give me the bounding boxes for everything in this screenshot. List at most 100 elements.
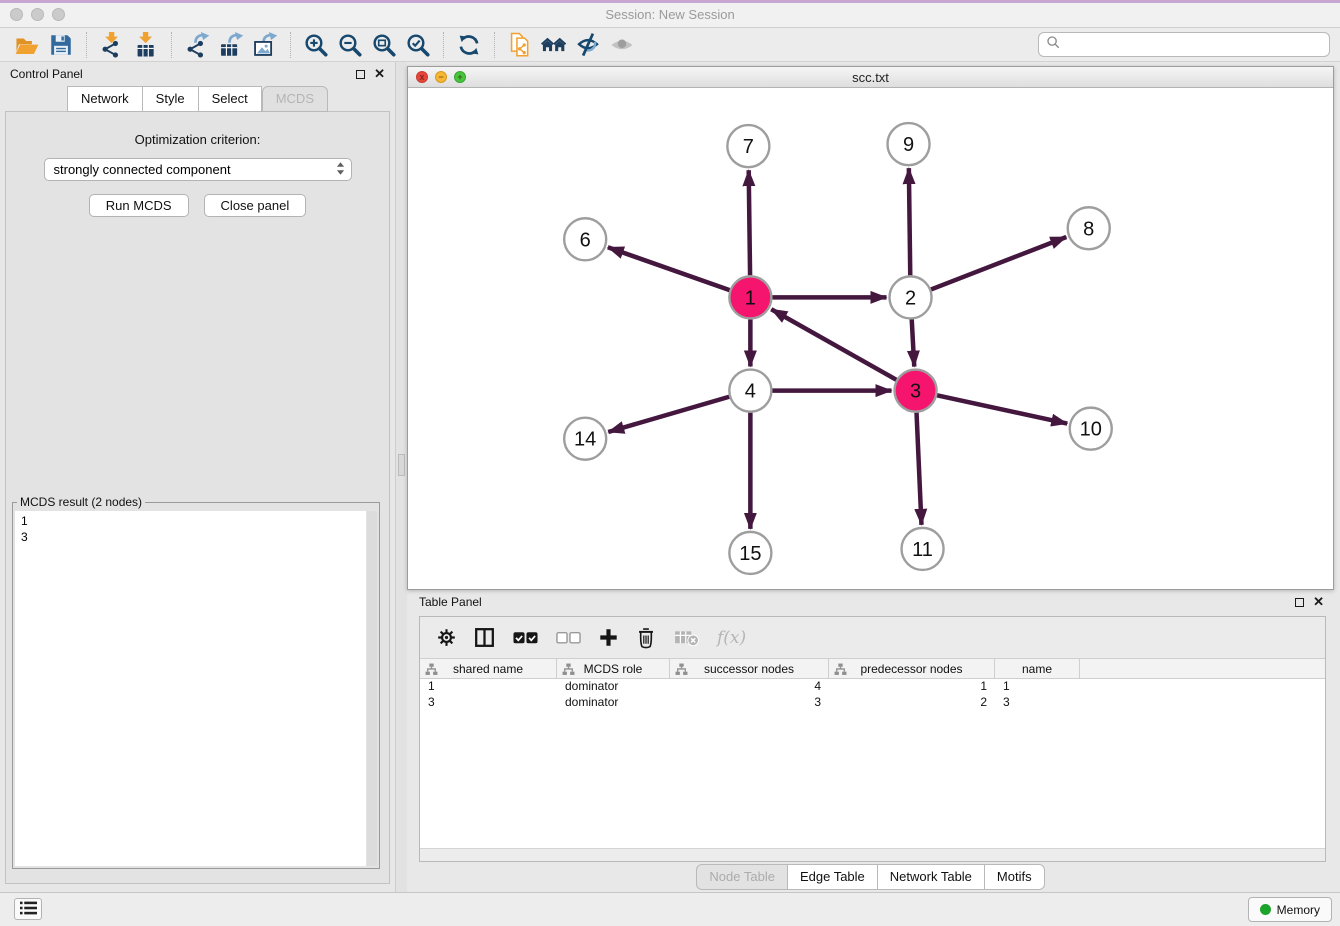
network-canvas[interactable]: 7 9 6 8 1 2 4 3 14 10 15 11	[408, 88, 1333, 589]
table-cell[interactable]: 1	[420, 679, 557, 695]
apply-layout-icon[interactable]	[452, 30, 486, 60]
control-panel-title: Control Panel	[10, 67, 83, 81]
mcds-result-textarea[interactable]: 1 3	[15, 511, 377, 866]
zoom-fit-icon[interactable]	[367, 30, 401, 60]
export-table-icon[interactable]	[214, 30, 248, 60]
zoom-selected-icon[interactable]	[401, 30, 435, 60]
memory-status-icon	[1260, 904, 1271, 915]
export-image-icon[interactable]	[248, 30, 282, 60]
network-window-titlebar[interactable]: x − + scc.txt	[408, 67, 1333, 88]
column-header-predecessor-nodes[interactable]: predecessor nodes	[829, 659, 995, 678]
export-network-icon[interactable]	[180, 30, 214, 60]
table-cell[interactable]: 3	[995, 695, 1080, 711]
column-header-shared-name[interactable]: shared name	[420, 659, 557, 678]
tab-select[interactable]: Select	[199, 86, 262, 112]
create-column-icon[interactable]	[599, 628, 618, 647]
tab-mcds[interactable]: MCDS	[262, 86, 328, 112]
table-body: 1dominator4113dominator323	[420, 679, 1325, 711]
edge-4-14[interactable]	[608, 397, 729, 432]
session-title: Session: New Session	[0, 3, 1340, 26]
graph-node-9[interactable]: 9	[888, 123, 930, 165]
edge-3-10[interactable]	[937, 395, 1067, 423]
table-cell[interactable]: 1	[995, 679, 1080, 695]
delete-column-icon[interactable]	[636, 627, 656, 649]
graph-node-7[interactable]: 7	[727, 125, 769, 167]
tab-style[interactable]: Style	[143, 86, 199, 112]
panel-splitter[interactable]	[395, 62, 407, 892]
window-maximize-button[interactable]	[52, 8, 65, 21]
home-view-icon[interactable]	[537, 30, 571, 60]
edge-1-6[interactable]	[608, 247, 730, 290]
table-cell[interactable]: dominator	[557, 679, 670, 695]
graph-node-15[interactable]: 15	[729, 532, 771, 574]
graph-node-8[interactable]: 8	[1068, 207, 1110, 249]
graph-node-2[interactable]: 2	[890, 276, 932, 318]
birdseye-view-icon	[605, 30, 639, 60]
zoom-out-icon[interactable]	[333, 30, 367, 60]
unselect-all-columns-icon[interactable]	[556, 631, 581, 645]
close-panel-button[interactable]: Close panel	[204, 194, 307, 217]
zoom-in-icon[interactable]	[299, 30, 333, 60]
memory-button[interactable]: Memory	[1248, 897, 1332, 922]
run-mcds-button[interactable]: Run MCDS	[89, 194, 189, 217]
open-file-icon[interactable]	[10, 30, 44, 60]
status-bar: Memory	[0, 892, 1340, 926]
column-header-successor-nodes[interactable]: successor nodes	[670, 659, 829, 678]
graph-node-3[interactable]: 3	[895, 370, 937, 412]
graph-node-4[interactable]: 4	[729, 370, 771, 412]
table-hscrollbar[interactable]	[420, 848, 1325, 861]
toolbar-separator	[171, 32, 172, 58]
table-cell[interactable]: 4	[670, 679, 829, 695]
tab-node-table[interactable]: Node Table	[696, 864, 788, 890]
table-row[interactable]: 1dominator411	[420, 679, 1325, 695]
graph-node-14[interactable]: 14	[564, 418, 606, 460]
optimization-select[interactable]: strongly connected component	[44, 158, 352, 181]
control-panel-close-icon[interactable]: ✕	[374, 69, 385, 79]
table-options-icon[interactable]	[437, 628, 456, 647]
show-column-panel-icon[interactable]	[474, 627, 495, 648]
list-icon	[20, 901, 37, 918]
edge-2-9[interactable]	[909, 168, 910, 275]
search-input[interactable]	[1065, 38, 1322, 52]
save-session-icon[interactable]	[44, 30, 78, 60]
edge-2-8[interactable]	[931, 237, 1066, 289]
graph-node-6[interactable]: 6	[564, 218, 606, 260]
splitter-handle-icon[interactable]	[398, 454, 405, 476]
table-row[interactable]: 3dominator323	[420, 695, 1325, 711]
tab-edge-table[interactable]: Edge Table	[788, 864, 878, 890]
graph-node-1[interactable]: 1	[729, 276, 771, 318]
network-minimize-button[interactable]: −	[435, 71, 447, 83]
graph-node-10[interactable]: 10	[1070, 408, 1112, 450]
show-panels-button[interactable]	[14, 898, 42, 920]
edge-1-7[interactable]	[749, 170, 750, 275]
table-panel-float-icon[interactable]	[1295, 598, 1304, 607]
window-close-button[interactable]	[10, 8, 23, 21]
control-panel-float-icon[interactable]	[356, 70, 365, 79]
result-scrollbar[interactable]	[366, 511, 377, 866]
edge-3-11[interactable]	[917, 413, 922, 525]
tab-network[interactable]: Network	[67, 86, 143, 112]
search-box[interactable]	[1038, 32, 1330, 57]
column-header-name[interactable]: name	[995, 659, 1080, 678]
import-table-icon[interactable]	[129, 30, 163, 60]
table-cell[interactable]: 3	[420, 695, 557, 711]
network-close-button[interactable]: x	[416, 71, 428, 83]
column-header-MCDS-role[interactable]: MCDS role	[557, 659, 670, 678]
table-cell[interactable]: 2	[829, 695, 995, 711]
import-network-icon[interactable]	[95, 30, 129, 60]
table-cell[interactable]: 1	[829, 679, 995, 695]
network-maximize-button[interactable]: +	[454, 71, 466, 83]
edge-2-3[interactable]	[912, 319, 915, 366]
window-minimize-button[interactable]	[31, 8, 44, 21]
tab-motifs[interactable]: Motifs	[985, 864, 1045, 890]
tab-network-table[interactable]: Network Table	[878, 864, 985, 890]
clone-network-icon[interactable]	[503, 30, 537, 60]
table-cell[interactable]: 3	[670, 695, 829, 711]
select-all-columns-icon[interactable]	[513, 631, 538, 645]
hide-details-icon[interactable]	[571, 30, 605, 60]
edge-3-1[interactable]	[771, 309, 896, 380]
table-panel-close-icon[interactable]: ✕	[1313, 597, 1324, 607]
table-cell[interactable]: dominator	[557, 695, 670, 711]
svg-text:7: 7	[743, 136, 754, 158]
graph-node-11[interactable]: 11	[902, 528, 944, 570]
